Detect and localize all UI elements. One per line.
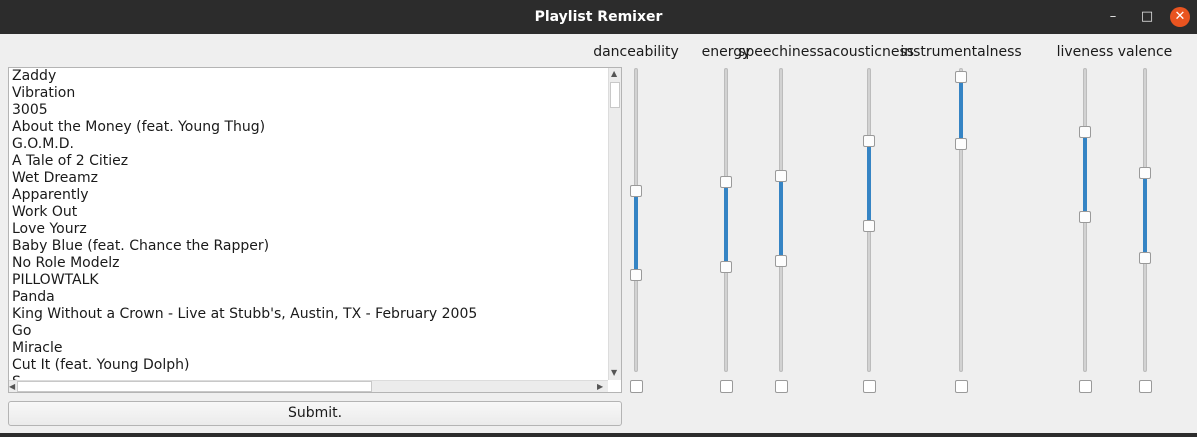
checkbox-danceability[interactable] — [630, 380, 643, 393]
minimize-icon[interactable]: – — [1102, 0, 1124, 34]
horizontal-scrollbar[interactable]: ◀ ▶ — [9, 380, 608, 392]
list-item[interactable]: Vibration — [12, 85, 607, 102]
slider-instrumentalness[interactable] — [959, 68, 963, 372]
checkbox-acousticness[interactable] — [863, 380, 876, 393]
slider-handle-low[interactable] — [1139, 251, 1151, 264]
vertical-scroll-thumb[interactable] — [610, 82, 620, 108]
list-item[interactable]: Cut It (feat. Young Dolph) — [12, 357, 607, 374]
list-item[interactable]: Apparently — [12, 187, 607, 204]
slider-handle-high[interactable] — [720, 176, 732, 189]
list-item[interactable]: About the Money (feat. Young Thug) — [12, 119, 607, 136]
list-item[interactable]: King Without a Crown - Live at Stubb's, … — [12, 306, 607, 323]
slider-range-fill — [1083, 133, 1087, 219]
maximize-icon[interactable]: □ — [1136, 0, 1158, 34]
list-item[interactable]: 3005 — [12, 102, 607, 119]
slider-range-fill — [1143, 174, 1147, 259]
list-item[interactable]: Wet Dreamz — [12, 170, 607, 187]
slider-handle-high[interactable] — [775, 170, 787, 183]
slider-handle-low[interactable] — [955, 138, 967, 151]
slider-danceability[interactable] — [634, 68, 638, 372]
slider-range-fill — [634, 191, 638, 277]
list-item[interactable]: Go — [12, 323, 607, 340]
list-item[interactable]: A Tale of 2 Citiez — [12, 153, 607, 170]
slider-handle-high[interactable] — [630, 184, 642, 197]
slider-handle-low[interactable] — [775, 254, 787, 267]
submit-button[interactable]: Submit. — [8, 401, 622, 426]
scroll-up-icon[interactable]: ▲ — [611, 69, 617, 78]
scroll-right-icon[interactable]: ▶ — [597, 382, 603, 391]
checkbox-liveness[interactable] — [1079, 380, 1092, 393]
slider-speechiness[interactable] — [779, 68, 783, 372]
list-item[interactable]: Zaddy — [12, 68, 607, 85]
list-item[interactable]: Baby Blue (feat. Chance the Rapper) — [12, 238, 607, 255]
slider-handle-high[interactable] — [1139, 167, 1151, 180]
list-item[interactable]: No Role Modelz — [12, 255, 607, 272]
close-icon[interactable]: ✕ — [1170, 7, 1190, 27]
slider-range-fill — [959, 77, 963, 146]
scroll-left-icon[interactable]: ◀ — [9, 382, 15, 391]
slider-handle-low[interactable] — [630, 269, 642, 282]
feature-label-liveness: liveness — [1056, 44, 1114, 60]
horizontal-scroll-thumb[interactable] — [17, 381, 372, 392]
slider-range-fill — [724, 183, 728, 268]
title-bar: Playlist Remixer – □ ✕ — [0, 0, 1197, 34]
slider-handle-low[interactable] — [863, 219, 875, 232]
slider-handle-low[interactable] — [720, 260, 732, 273]
checkbox-valence[interactable] — [1139, 380, 1152, 393]
slider-range-fill — [779, 177, 783, 262]
song-list[interactable]: Zaddy Vibration 3005 About the Money (feat.… — [8, 67, 622, 393]
window-title: Playlist Remixer — [534, 9, 663, 25]
list-item[interactable]: Miracle — [12, 340, 607, 357]
checkbox-energy[interactable] — [720, 380, 733, 393]
feature-label-instrumentalness: instrumentalness — [900, 44, 1022, 60]
slider-range-fill — [867, 142, 871, 227]
checkbox-instrumentalness[interactable] — [955, 380, 968, 393]
slider-energy[interactable] — [724, 68, 728, 372]
song-list-items: Zaddy Vibration 3005 About the Money (feat.… — [12, 68, 607, 380]
slider-handle-high[interactable] — [1079, 126, 1091, 139]
slider-handle-low[interactable] — [1079, 211, 1091, 224]
list-item[interactable]: Panda — [12, 289, 607, 306]
checkbox-speechiness[interactable] — [775, 380, 788, 393]
window-bottom-border — [0, 433, 1197, 437]
feature-label-speechiness: speechiness — [738, 44, 824, 60]
list-item[interactable]: Work Out — [12, 204, 607, 221]
feature-label-danceability: danceability — [593, 44, 679, 60]
list-item[interactable]: G.O.M.D. — [12, 136, 607, 153]
slider-handle-high[interactable] — [955, 70, 967, 83]
slider-handle-high[interactable] — [863, 135, 875, 148]
scroll-down-icon[interactable]: ▼ — [611, 368, 617, 377]
vertical-scrollbar[interactable]: ▲ ▼ — [608, 68, 621, 380]
list-item[interactable]: PILLOWTALK — [12, 272, 607, 289]
list-item[interactable]: Love Yourz — [12, 221, 607, 238]
slider-valence[interactable] — [1143, 68, 1147, 372]
feature-label-valence: valence — [1117, 44, 1173, 60]
